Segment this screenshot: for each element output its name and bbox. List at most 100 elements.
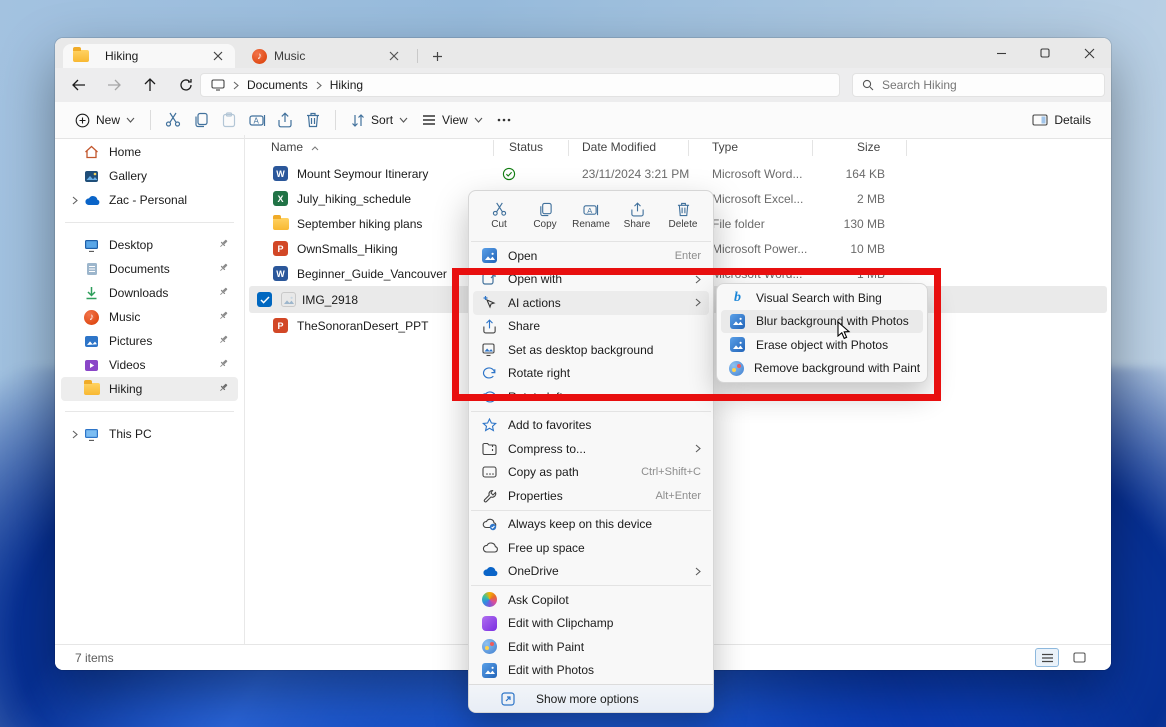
rotate-left-icon xyxy=(481,388,498,405)
refresh-icon[interactable] xyxy=(171,72,201,98)
menu-item-rotate-right[interactable]: Rotate right xyxy=(473,362,709,386)
photos-icon xyxy=(729,336,746,353)
share-button[interactable]: Share xyxy=(616,197,658,235)
address-bar[interactable]: Documents Hiking xyxy=(200,73,840,97)
cut-icon[interactable] xyxy=(159,106,187,134)
sidebar-item-gallery[interactable]: Gallery xyxy=(61,164,238,188)
submenu-item-remove-background-with-paint[interactable]: Remove background with Paint xyxy=(721,357,923,381)
minimize-button[interactable] xyxy=(979,38,1023,68)
sidebar-item-hiking[interactable]: Hiking xyxy=(61,377,238,401)
submenu-item-erase-object-with-photos[interactable]: Erase object with Photos xyxy=(721,333,923,357)
sidebar-item-this-pc[interactable]: This PC xyxy=(61,422,238,446)
music-icon: ♪ xyxy=(83,309,100,326)
properties-icon xyxy=(481,487,498,504)
copy-icon[interactable] xyxy=(187,106,215,134)
delete-icon[interactable] xyxy=(299,106,327,134)
menu-item-open-with[interactable]: Open with xyxy=(473,268,709,292)
share-icon[interactable] xyxy=(271,106,299,134)
sort-button[interactable]: Sort xyxy=(344,106,415,134)
new-button[interactable]: New xyxy=(68,106,142,134)
large-thumbnails-view-button[interactable] xyxy=(1067,648,1091,667)
photos-icon xyxy=(729,313,746,330)
pin-icon xyxy=(218,334,229,345)
paint-icon xyxy=(729,360,744,377)
copy-button[interactable]: Copy xyxy=(524,197,566,235)
close-button[interactable] xyxy=(1067,38,1111,68)
column-name[interactable]: Name xyxy=(271,140,319,154)
rename-button[interactable]: A Rename xyxy=(570,197,612,235)
details-view-button[interactable] xyxy=(1035,648,1059,667)
sidebar-item-home[interactable]: Home xyxy=(61,140,238,164)
delete-button[interactable]: Delete xyxy=(662,197,704,235)
up-icon[interactable] xyxy=(135,72,165,98)
sidebar-item-pictures[interactable]: Pictures xyxy=(61,329,238,353)
details-pane-button[interactable]: Details xyxy=(1025,106,1098,134)
paste-icon[interactable] xyxy=(215,106,243,134)
sidebar-item-videos[interactable]: Videos xyxy=(61,353,238,377)
sidebar-item-desktop[interactable]: Desktop xyxy=(61,233,238,257)
photos-icon xyxy=(481,247,498,264)
menu-item-properties[interactable]: Properties Alt+Enter xyxy=(473,484,709,508)
chevron-right-icon[interactable] xyxy=(67,430,83,439)
submenu-item-blur-background-with-photos[interactable]: Blur background with Photos xyxy=(721,310,923,334)
tab-close-icon[interactable] xyxy=(386,48,402,64)
column-status[interactable]: Status xyxy=(509,140,543,154)
share-icon xyxy=(481,318,498,335)
menu-item-free-up-space[interactable]: Free up space xyxy=(473,536,709,560)
search-box[interactable] xyxy=(852,73,1105,97)
this-pc-icon xyxy=(211,79,225,91)
command-toolbar: New A Sor xyxy=(55,102,1111,139)
menu-item-onedrive[interactable]: OneDrive xyxy=(473,560,709,584)
menu-item-share[interactable]: Share xyxy=(473,315,709,339)
copilot-icon xyxy=(481,591,498,608)
tab-music[interactable]: ♪ Music xyxy=(243,44,411,68)
column-type[interactable]: Type xyxy=(712,140,738,154)
menu-item-edit-with-clipchamp[interactable]: Edit with Clipchamp xyxy=(473,612,709,636)
tab-separator xyxy=(417,49,418,63)
menu-item-rotate-left[interactable]: Rotate left xyxy=(473,385,709,409)
checkbox-checked-icon[interactable] xyxy=(257,292,272,307)
menu-item-set-as-desktop-background[interactable]: Set as desktop background xyxy=(473,338,709,362)
file-row[interactable]: W Mount Seymour Itinerary 23/11/2024 3:2… xyxy=(245,161,1111,186)
more-options-icon[interactable] xyxy=(490,106,518,134)
new-tab-button[interactable] xyxy=(427,47,447,65)
folder-icon xyxy=(83,381,100,398)
back-icon[interactable] xyxy=(63,72,93,98)
chevron-right-icon[interactable] xyxy=(67,196,83,205)
chevron-right-icon xyxy=(316,81,322,90)
search-input[interactable] xyxy=(882,78,1082,92)
column-date-modified[interactable]: Date Modified xyxy=(582,140,656,154)
menu-item-edit-with-photos[interactable]: Edit with Photos xyxy=(473,659,709,683)
menu-item-always-keep-on-this-device[interactable]: Always keep on this device xyxy=(473,513,709,537)
cut-button[interactable]: Cut xyxy=(478,197,520,235)
sidebar-item-documents[interactable]: Documents xyxy=(61,257,238,281)
rename-icon[interactable]: A xyxy=(243,106,271,134)
onedrive-cloud-icon xyxy=(481,563,498,580)
cut-icon xyxy=(492,202,507,217)
desktop-icon xyxy=(83,237,100,254)
menu-item-open[interactable]: Open Enter xyxy=(473,244,709,268)
menu-item-compress-to[interactable]: Compress to... xyxy=(473,437,709,461)
breadcrumb-documents[interactable]: Documents xyxy=(247,78,308,92)
copy-path-icon xyxy=(481,464,498,481)
menu-item-add-to-favorites[interactable]: Add to favorites xyxy=(473,414,709,438)
image-file-icon xyxy=(280,291,297,308)
submenu-item-visual-search-with-bing[interactable]: b Visual Search with Bing xyxy=(721,286,923,310)
column-size[interactable]: Size xyxy=(857,140,880,154)
maximize-button[interactable] xyxy=(1023,38,1067,68)
forward-icon[interactable] xyxy=(99,72,129,98)
tab-close-icon[interactable] xyxy=(210,48,226,64)
menu-item-ai-actions[interactable]: AI actions xyxy=(473,291,709,315)
sidebar-item-downloads[interactable]: Downloads xyxy=(61,281,238,305)
breadcrumb-hiking[interactable]: Hiking xyxy=(330,78,363,92)
menu-item-edit-with-paint[interactable]: Edit with Paint xyxy=(473,635,709,659)
menu-item-show-more-options[interactable]: Show more options xyxy=(469,684,713,712)
sidebar-item-music[interactable]: ♪ Music xyxy=(61,305,238,329)
cloud-outline-icon xyxy=(481,539,498,556)
column-header-row: Name Status Date Modified Type Size xyxy=(245,137,1111,159)
menu-item-copy-as-path[interactable]: Copy as path Ctrl+Shift+C xyxy=(473,461,709,485)
menu-item-ask-copilot[interactable]: Ask Copilot xyxy=(473,588,709,612)
sidebar-item-onedrive-personal[interactable]: Zac - Personal xyxy=(61,188,238,212)
view-button[interactable]: View xyxy=(415,106,490,134)
tab-hiking[interactable]: Hiking xyxy=(63,44,235,68)
